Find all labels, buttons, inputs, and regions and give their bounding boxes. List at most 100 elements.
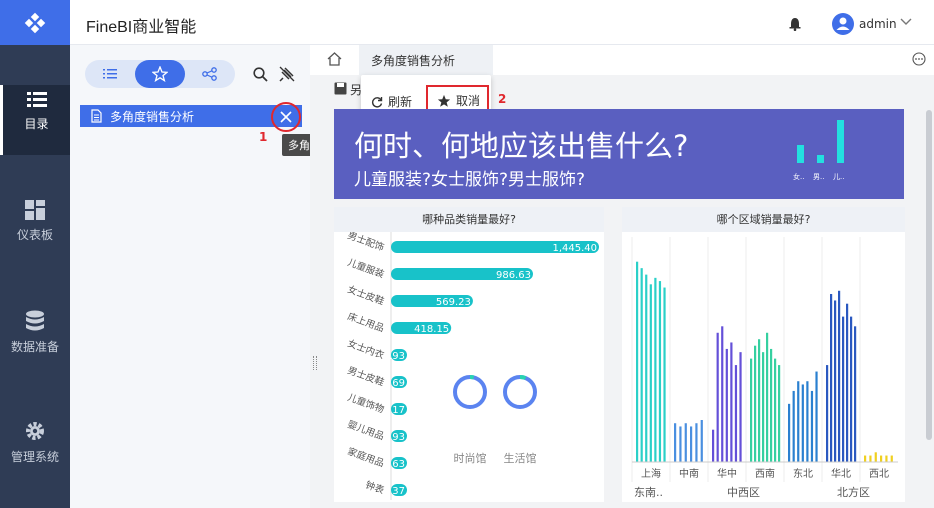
- bar: [890, 455, 893, 462]
- avatar[interactable]: [832, 13, 854, 35]
- bar: [712, 429, 715, 462]
- bar: [774, 358, 777, 462]
- region-tick-label: 西南: [755, 467, 775, 480]
- bar: [700, 420, 703, 462]
- bar: [684, 423, 687, 462]
- mini-label: 儿..: [833, 173, 844, 181]
- logo[interactable]: [0, 0, 70, 45]
- region-tick-label: 华北: [831, 467, 851, 480]
- chevron-down-icon[interactable]: [900, 18, 912, 26]
- star-outline-icon: [152, 66, 168, 82]
- dashboard-icon: [25, 200, 45, 220]
- search-icon[interactable]: [253, 67, 268, 82]
- category-tick-label: 女士内衣: [346, 337, 386, 361]
- mini-label: 男..: [813, 173, 824, 181]
- resize-handle[interactable]: [313, 356, 317, 370]
- list-icon: [26, 92, 47, 107]
- region-tick-label: 上海: [641, 467, 661, 480]
- share-view-button[interactable]: [185, 60, 235, 88]
- donut-label: 时尚馆: [454, 451, 487, 465]
- bar-value-label: 569.23: [436, 297, 471, 308]
- bar: [716, 332, 719, 462]
- mini-label: 女..: [793, 172, 804, 181]
- mini-bar: [797, 145, 804, 163]
- category-sales-card: 哪种品类销量最好? 1,445.40 男士配饰 986.63 儿童服装 569.23 女士…: [334, 207, 604, 502]
- database-icon: [26, 310, 44, 331]
- bar-value-label: 418.15: [414, 324, 449, 335]
- vertical-scrollbar[interactable]: [926, 110, 932, 440]
- category-tick-label: 女士皮鞋: [346, 283, 386, 307]
- region-bar-chart: 上海 中南 华中 西南 东北 华北 西北东南.. 中西区 北方区: [631, 237, 898, 499]
- bell-icon[interactable]: [788, 17, 802, 31]
- bar: [754, 345, 757, 462]
- bar: [739, 352, 742, 462]
- app-title: FineBI商业智能: [86, 19, 197, 36]
- bar: [679, 426, 682, 462]
- bar-value-label: 986.63: [496, 270, 531, 281]
- bar: [826, 365, 829, 462]
- category-tick-label: 婴儿用品: [346, 419, 385, 442]
- bar: [663, 287, 666, 462]
- region-tick-label: 华中: [717, 467, 737, 480]
- bar-value-label: 37: [392, 486, 405, 497]
- nav-label: 仪表板: [16, 228, 53, 242]
- nav-item-admin[interactable]: 管理系统: [0, 420, 70, 465]
- bar: [869, 455, 872, 462]
- category-bar-chart: 1,445.40 男士配饰 986.63 儿童服装 569.23 女士皮鞋 418.15 床上…: [346, 232, 599, 500]
- view-switcher: [85, 60, 235, 88]
- bar: [838, 290, 841, 462]
- step-marker-1: 1: [259, 130, 268, 144]
- bar: [806, 381, 809, 462]
- bar: [797, 381, 800, 462]
- bar: [846, 303, 849, 462]
- nav-item-dashboard[interactable]: 仪表板: [0, 200, 70, 243]
- bar: [830, 294, 833, 462]
- bar: [674, 423, 677, 462]
- bar: [792, 390, 795, 462]
- save-icon[interactable]: [334, 82, 347, 95]
- favorites-button[interactable]: [135, 60, 185, 88]
- card-title: 哪个区域销量最好?: [622, 207, 905, 232]
- bar: [770, 348, 773, 462]
- category-tick-label: 钟表: [364, 479, 386, 497]
- nav-item-data-prep[interactable]: 数据准备: [0, 310, 70, 355]
- donut-ring: [453, 375, 487, 409]
- card-title: 哪种品类销量最好?: [334, 207, 604, 232]
- bar: [788, 403, 791, 462]
- list-view-button[interactable]: [85, 60, 135, 88]
- category-tick-label: 男士配饰: [346, 232, 386, 254]
- bar-value-label: 69: [392, 378, 405, 389]
- top-bar: [70, 0, 934, 45]
- refresh-menu-item[interactable]: 刷新: [371, 93, 412, 110]
- username[interactable]: admin: [859, 17, 897, 31]
- category-tick-label: 床上用品: [346, 310, 386, 334]
- category-tick-label: 男士皮鞋: [346, 364, 386, 388]
- tab-dashboard[interactable]: 多角度销售分析: [359, 45, 493, 75]
- banner-title: 何时、何地应该出售什么?: [354, 129, 689, 163]
- nav-item-catalog[interactable]: 目录: [0, 85, 70, 155]
- list-icon: [103, 69, 117, 79]
- bar: [640, 268, 643, 462]
- bar: [649, 284, 652, 462]
- bar: [815, 371, 818, 462]
- donut-label: 生活馆: [504, 451, 537, 465]
- bar: [636, 261, 639, 462]
- unpin-icon[interactable]: [279, 66, 295, 82]
- document-icon: [91, 109, 102, 123]
- close-icon: [280, 111, 292, 123]
- bar-value-label: 93: [392, 432, 405, 443]
- bar: [654, 277, 657, 462]
- remove-favorite-button[interactable]: [271, 102, 301, 132]
- more-options-icon[interactable]: [912, 52, 926, 66]
- bar: [690, 426, 693, 462]
- bar: [801, 384, 804, 462]
- home-icon[interactable]: [327, 52, 342, 66]
- banner-mini-chart: 女.. 男.. 儿..: [793, 120, 844, 181]
- favorite-item[interactable]: 多角度销售分析: [80, 105, 302, 127]
- category-tick-label: 家庭用品: [346, 445, 386, 469]
- nav-label: 管理系统: [10, 450, 59, 464]
- bar: [874, 452, 877, 462]
- bar: [778, 365, 781, 462]
- refresh-label: 刷新: [388, 95, 413, 109]
- category-tick-label: 儿童服装: [346, 256, 386, 280]
